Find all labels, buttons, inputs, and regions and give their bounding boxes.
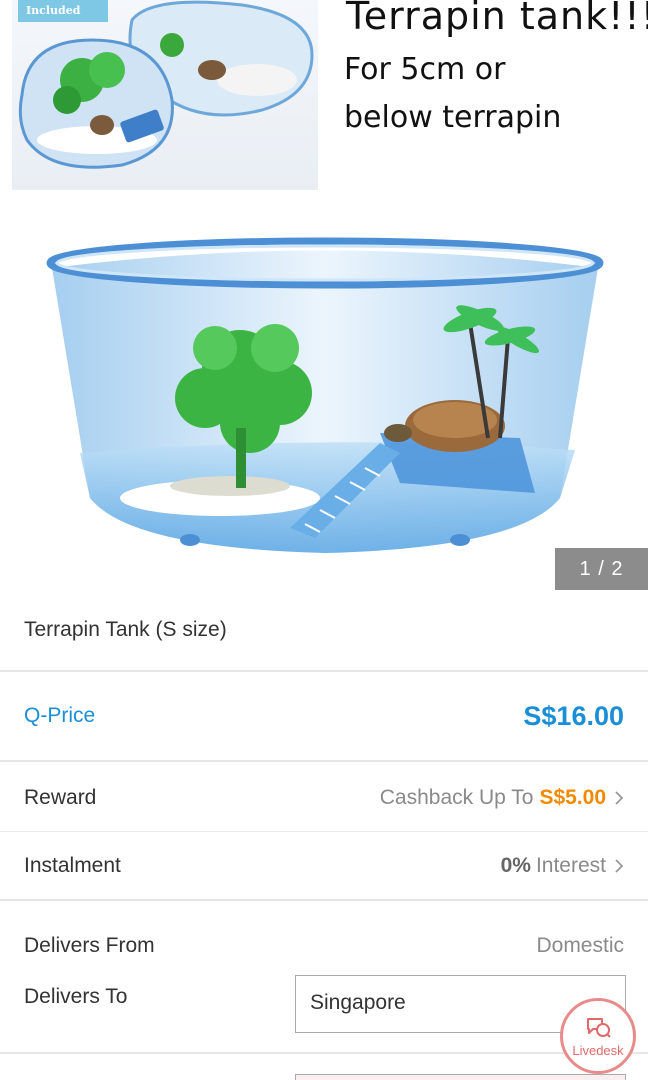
reward-label: Reward: [24, 785, 97, 809]
included-badge: Included: [18, 0, 108, 22]
delivers-from-row: Delivers From Domestic: [0, 903, 648, 985]
delivers-to-label: Delivers To: [24, 985, 128, 1008]
delivers-from-label: Delivers From: [24, 934, 155, 957]
chevron-right-icon: [615, 790, 624, 805]
instalment-text: Interest: [535, 854, 606, 877]
reward-detail: Cashback Up To S$5.00: [380, 786, 624, 810]
inset-product-photo: Included: [12, 0, 318, 190]
instalment-rate: 0%: [500, 854, 531, 877]
inset-tanks-illustration: [18, 0, 314, 169]
instalment-row[interactable]: Instalment 0% Interest: [0, 833, 648, 901]
instalment-detail: 0% Interest: [501, 854, 624, 878]
livedesk-button[interactable]: Livedesk: [560, 998, 636, 1074]
chevron-right-icon: [615, 859, 624, 873]
reward-text: Cashback Up To: [379, 785, 534, 809]
main-tank-illustration: [46, 237, 604, 553]
chat-bubble-icon: [587, 1017, 611, 1038]
price-value: S$16.00: [523, 700, 624, 731]
promo-line-2: For 5cm or: [344, 52, 506, 87]
price-label: Q-Price: [24, 704, 96, 727]
image-counter: 1 / 2: [555, 548, 648, 590]
price-row: Q-Price S$16.00: [0, 672, 648, 762]
instalment-label: Instalment: [24, 854, 121, 877]
promo-title: Terrapin tank!!!: [346, 0, 648, 38]
option-select[interactable]: [295, 1074, 626, 1080]
section-divider: [0, 1052, 648, 1054]
product-title: Terrapin Tank (S size): [0, 590, 648, 672]
delivers-from-value: Domestic: [536, 934, 624, 957]
livedesk-label: Livedesk: [572, 1042, 624, 1058]
product-image-gallery[interactable]: Included Terrapin tank!!! For 5cm or bel…: [0, 0, 648, 590]
reward-amount: S$5.00: [539, 785, 606, 809]
promo-line-3: below terrapin: [344, 100, 562, 135]
reward-row[interactable]: Reward Cashback Up To S$5.00: [0, 764, 648, 832]
